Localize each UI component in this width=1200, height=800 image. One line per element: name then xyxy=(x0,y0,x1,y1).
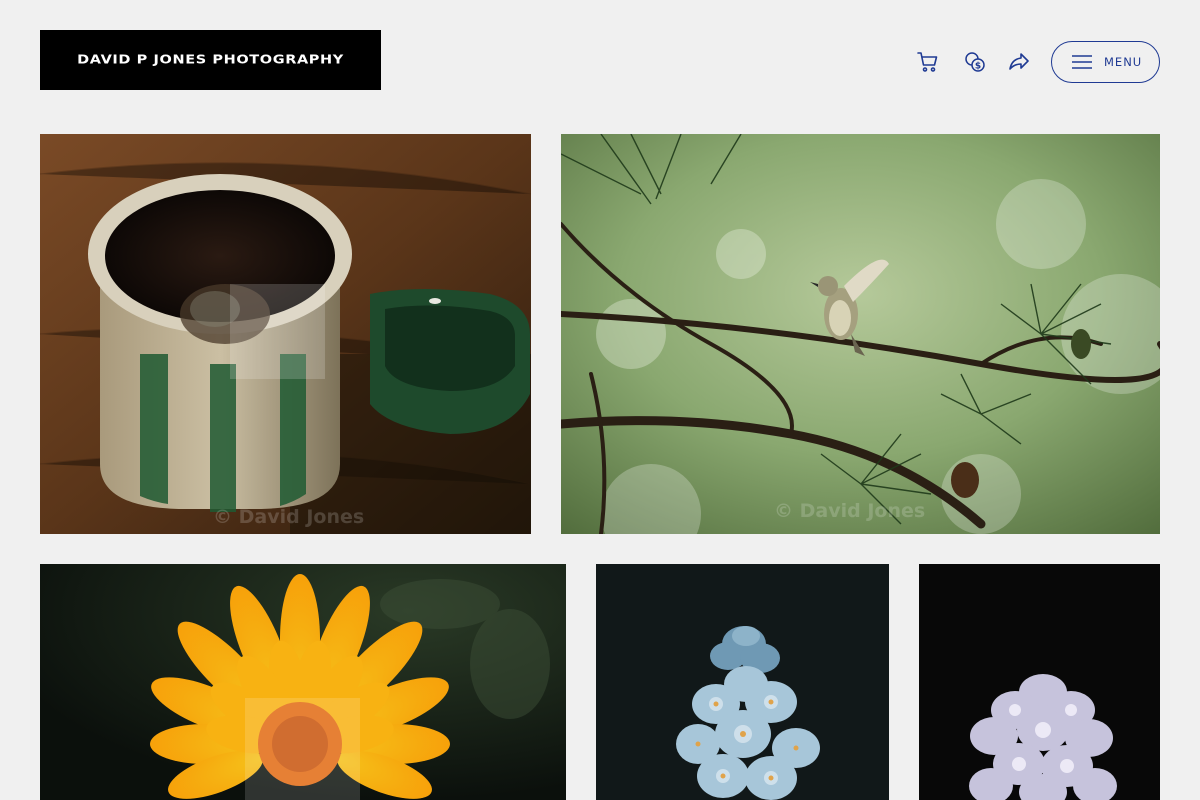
currency-icon[interactable]: $ xyxy=(960,47,990,77)
svg-text:$: $ xyxy=(975,62,981,72)
share-icon[interactable] xyxy=(1004,47,1034,77)
gallery-photo-coffee-mug[interactable]: © David Jones xyxy=(40,134,531,534)
photo-watermark: © David Jones xyxy=(774,500,926,522)
menu-button[interactable]: MENU xyxy=(1051,41,1160,83)
gallery-photo-blue-flower[interactable] xyxy=(596,564,889,800)
gallery-photo-bird[interactable]: © David Jones xyxy=(561,134,1160,534)
brand-name: DAVID P JONES PHOTOGRAPHY xyxy=(77,53,344,67)
menu-label: MENU xyxy=(1104,55,1143,69)
cart-icon[interactable] xyxy=(913,47,943,77)
gallery-photo-yellow-flower[interactable] xyxy=(40,564,566,800)
gallery-photo-white-flower[interactable] xyxy=(919,564,1160,800)
photo-watermark: © David Jones xyxy=(213,506,365,528)
hamburger-icon xyxy=(1072,55,1092,69)
brand-logo[interactable]: DAVID P JONES PHOTOGRAPHY xyxy=(40,30,381,90)
